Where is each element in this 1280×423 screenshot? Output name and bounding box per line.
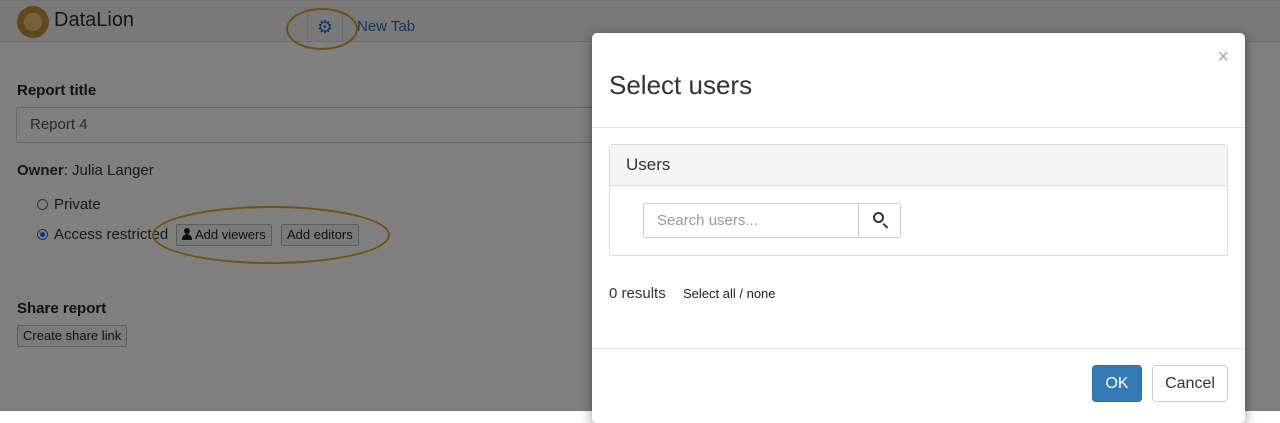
cancel-button[interactable]: Cancel: [1152, 365, 1228, 402]
search-button[interactable]: [858, 203, 901, 238]
ok-button[interactable]: OK: [1092, 365, 1142, 402]
search-users-input[interactable]: Search users...: [643, 203, 859, 238]
select-users-dialog: Select users × Users Search users... 0 r…: [592, 33, 1245, 423]
select-all-none-link[interactable]: Select all / none: [683, 286, 776, 301]
users-panel-heading: Users: [610, 145, 1227, 186]
search-icon: [873, 212, 884, 223]
close-icon[interactable]: ×: [1217, 47, 1229, 67]
dialog-title: Select users: [609, 70, 753, 100]
users-panel: Users Search users...: [609, 144, 1228, 256]
header-divider: [592, 127, 1245, 128]
results-count: 0 results: [609, 285, 666, 302]
footer-divider: [592, 348, 1245, 349]
